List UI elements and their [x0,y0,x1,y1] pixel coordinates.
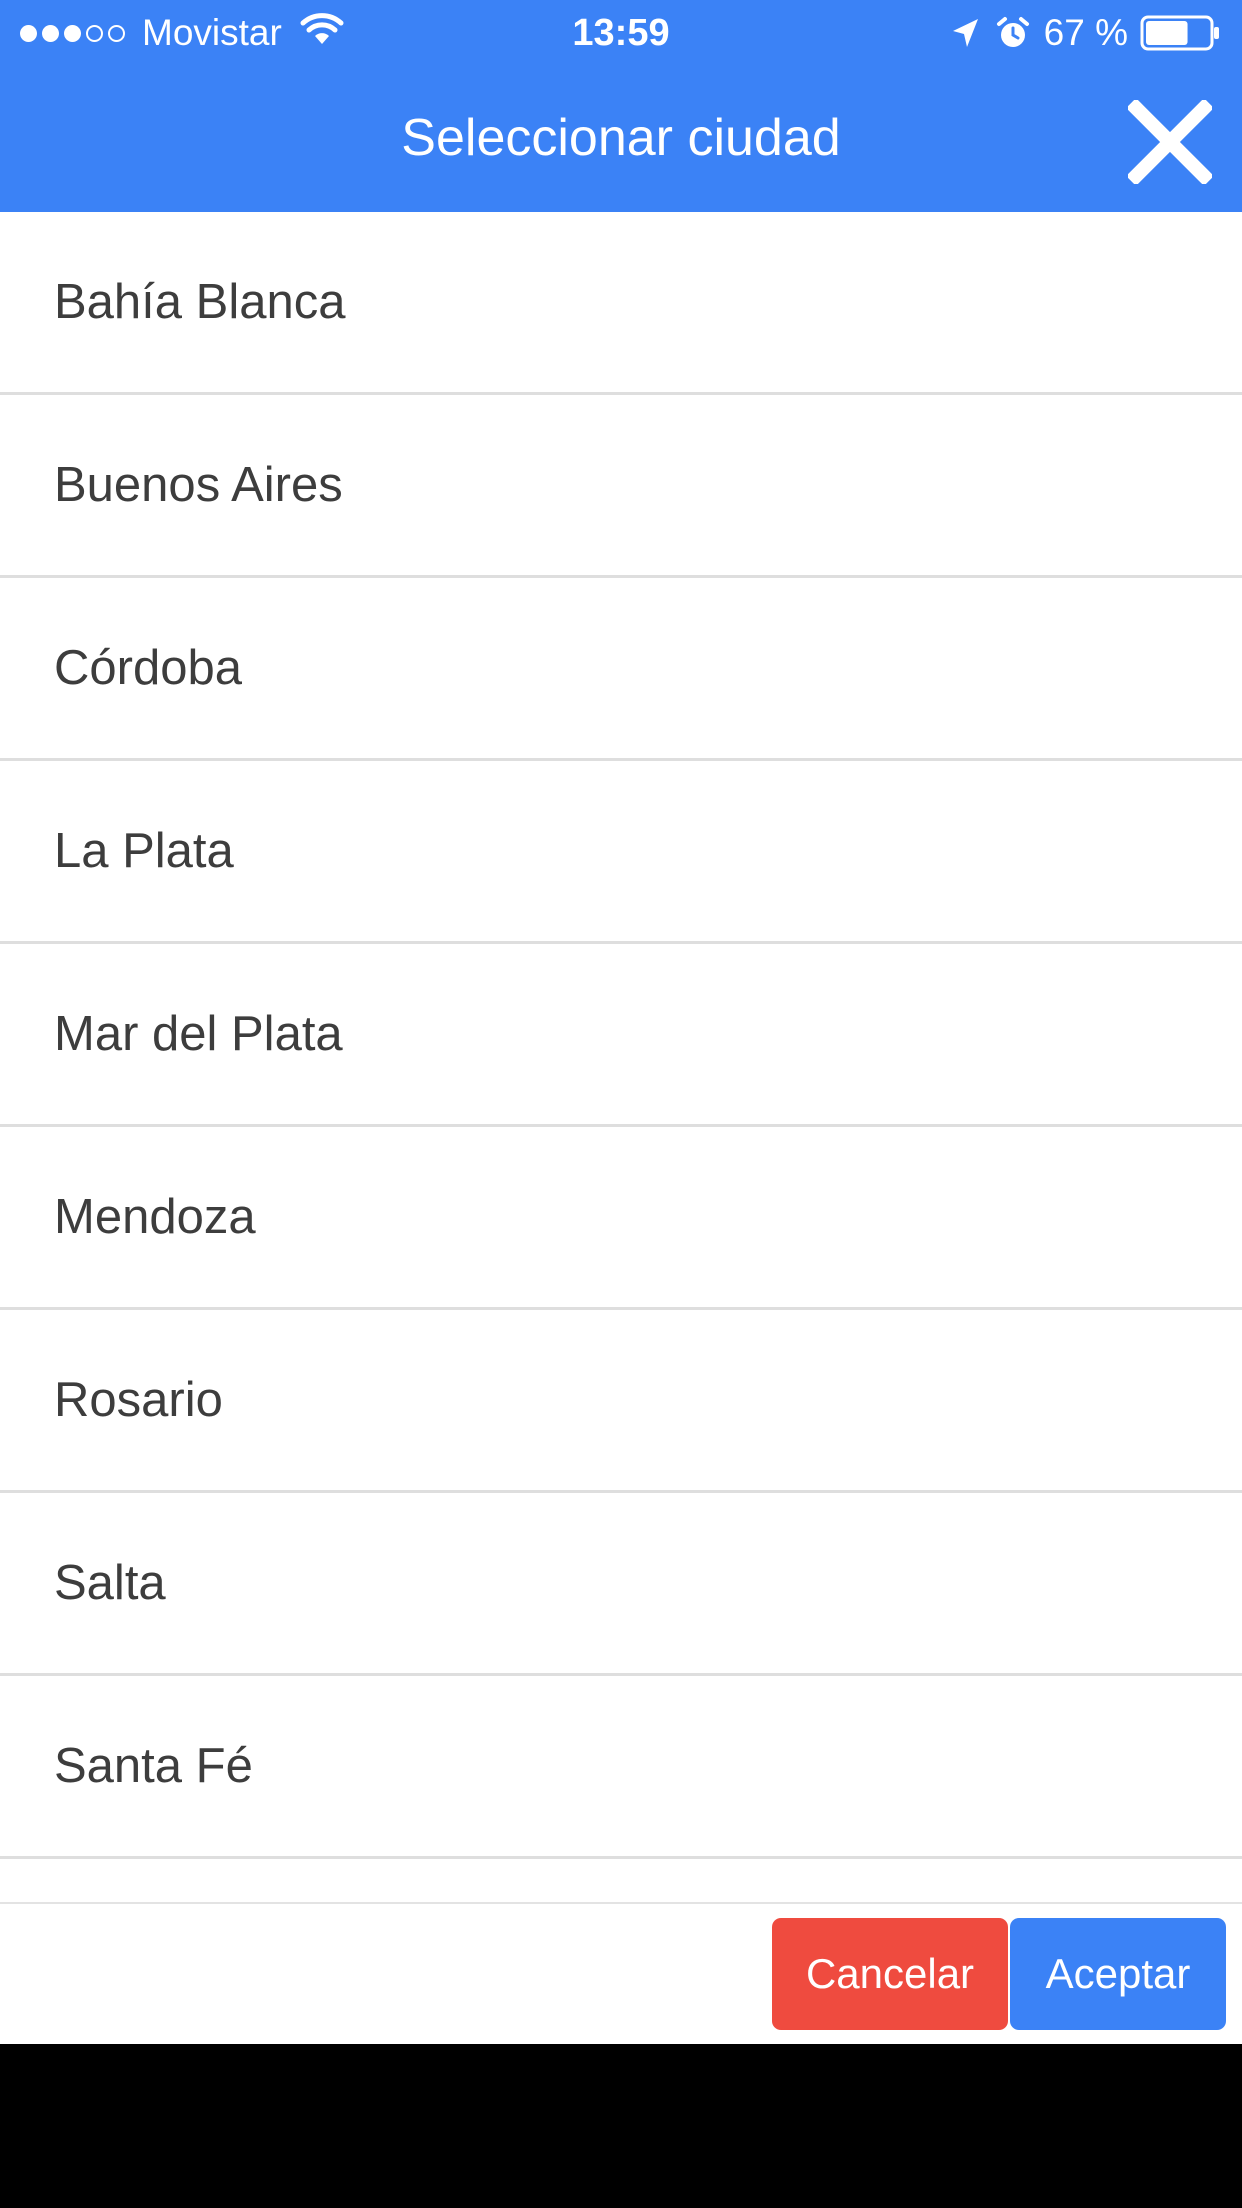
page-title: Seleccionar ciudad [401,109,841,167]
city-list-item[interactable]: Córdoba [0,578,1242,761]
city-list-item[interactable]: Salta [0,1493,1242,1676]
city-list-item[interactable]: Bahía Blanca [0,212,1242,395]
city-list-item[interactable]: Buenos Aires [0,395,1242,578]
close-icon [1126,98,1214,186]
battery-percentage: 67 % [1043,12,1128,53]
city-list-item-partial[interactable] [0,1859,1242,1902]
location-arrow-icon [950,17,980,49]
city-list-item[interactable]: La Plata [0,761,1242,944]
city-list-item[interactable]: Mendoza [0,1127,1242,1310]
city-picker-screen: Movistar 13:59 67 % Seleccionar ciudad B… [0,0,1242,2208]
city-list-item[interactable]: Rosario [0,1310,1242,1493]
battery-icon [1140,15,1222,51]
accept-button[interactable]: Aceptar [1010,1918,1226,2030]
city-list-item[interactable]: Santa Fé [0,1676,1242,1859]
dialog-footer: Cancelar Aceptar [0,1902,1242,2044]
cancel-button[interactable]: Cancelar [772,1918,1008,2030]
close-button[interactable] [1126,98,1214,186]
alarm-icon [996,16,1030,50]
bottom-bar [0,2044,1242,2208]
status-right: 67 % [950,12,1222,54]
status-bar: Movistar 13:59 67 % [0,0,1242,66]
city-list[interactable]: Bahía Blanca Buenos Aires Córdoba La Pla… [0,212,1242,1902]
city-list-item[interactable]: Mar del Plata [0,944,1242,1127]
top-bar: Movistar 13:59 67 % Seleccionar ciudad [0,0,1242,212]
